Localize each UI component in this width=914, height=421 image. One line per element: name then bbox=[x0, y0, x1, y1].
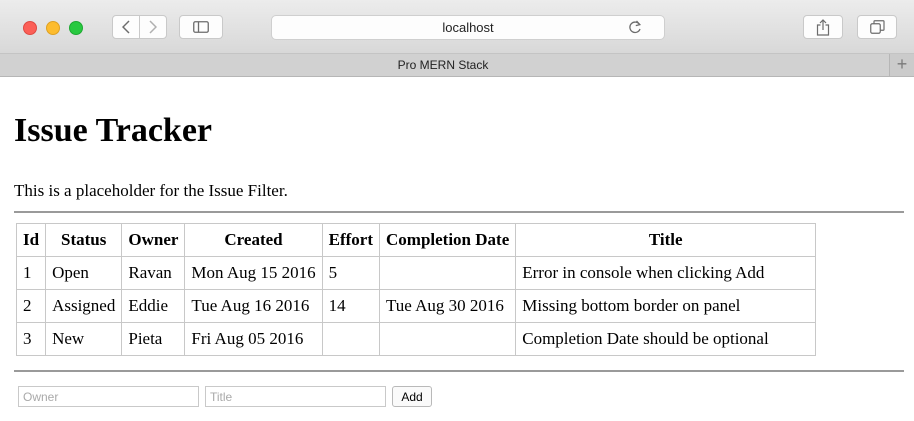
table-row: 2 Assigned Eddie Tue Aug 16 2016 14 Tue … bbox=[15, 289, 817, 323]
forward-button[interactable] bbox=[139, 15, 167, 39]
column-header-status: Status bbox=[45, 223, 123, 257]
new-tab-button[interactable]: + bbox=[889, 54, 914, 76]
reload-icon[interactable] bbox=[628, 20, 642, 40]
cell-title: Completion Date should be optional bbox=[515, 322, 817, 356]
cell-status: Open bbox=[45, 256, 123, 290]
cell-effort bbox=[321, 322, 381, 356]
cell-owner: Ravan bbox=[121, 256, 186, 290]
cell-id: 3 bbox=[15, 322, 47, 356]
zoom-window-button[interactable] bbox=[69, 21, 83, 35]
divider bbox=[14, 370, 904, 372]
cell-title: Missing bottom border on panel bbox=[515, 289, 817, 323]
column-header-completion-date: Completion Date bbox=[378, 223, 517, 257]
share-icon bbox=[816, 18, 830, 36]
issue-table: Id Status Owner Created Effort Completio… bbox=[15, 223, 817, 356]
column-header-id: Id bbox=[15, 223, 47, 257]
tabs-overview-icon bbox=[869, 20, 885, 34]
browser-toolbar: localhost bbox=[0, 0, 914, 54]
cell-created: Tue Aug 16 2016 bbox=[184, 289, 323, 323]
cell-completion-date: Tue Aug 30 2016 bbox=[378, 289, 517, 323]
title-input[interactable] bbox=[205, 386, 386, 407]
cell-status: New bbox=[45, 322, 123, 356]
column-header-effort: Effort bbox=[321, 223, 381, 257]
column-header-owner: Owner bbox=[121, 223, 186, 257]
cell-owner: Pieta bbox=[121, 322, 186, 356]
cell-effort: 5 bbox=[321, 256, 381, 290]
share-button[interactable] bbox=[803, 15, 843, 39]
address-bar[interactable]: localhost bbox=[271, 15, 665, 40]
back-icon bbox=[122, 20, 130, 34]
sidebar-icon bbox=[193, 21, 209, 33]
cell-created: Mon Aug 15 2016 bbox=[184, 256, 323, 290]
issue-filter-placeholder: This is a placeholder for the Issue Filt… bbox=[14, 181, 288, 200]
table-row: 1 Open Ravan Mon Aug 15 2016 5 Error in … bbox=[15, 256, 817, 290]
browser-window: localhost Pro MERN Stack + Issue Tracker… bbox=[0, 0, 914, 421]
table-header-row: Id Status Owner Created Effort Completio… bbox=[15, 223, 817, 257]
back-button[interactable] bbox=[112, 15, 140, 39]
owner-input[interactable] bbox=[18, 386, 199, 407]
divider bbox=[14, 211, 904, 213]
cell-title: Error in console when clicking Add bbox=[515, 256, 817, 290]
column-header-title: Title bbox=[515, 223, 817, 257]
page-title: Issue Tracker bbox=[14, 112, 213, 149]
address-url: localhost bbox=[442, 20, 494, 35]
cell-completion-date bbox=[378, 322, 517, 356]
close-window-button[interactable] bbox=[23, 21, 37, 35]
cell-effort: 14 bbox=[321, 289, 381, 323]
tab-pro-mern-stack[interactable]: Pro MERN Stack bbox=[0, 54, 886, 76]
cell-owner: Eddie bbox=[121, 289, 186, 323]
cell-status: Assigned bbox=[45, 289, 123, 323]
minimize-window-button[interactable] bbox=[46, 21, 60, 35]
cell-created: Fri Aug 05 2016 bbox=[184, 322, 323, 356]
tabs-overview-button[interactable] bbox=[857, 15, 897, 39]
tab-bar: Pro MERN Stack + bbox=[0, 54, 914, 77]
table-row: 3 New Pieta Fri Aug 05 2016 Completion D… bbox=[15, 322, 817, 356]
cell-id: 1 bbox=[15, 256, 47, 290]
cell-completion-date bbox=[378, 256, 517, 290]
column-header-created: Created bbox=[184, 223, 323, 257]
cell-id: 2 bbox=[15, 289, 47, 323]
add-button[interactable]: Add bbox=[392, 386, 432, 407]
forward-icon bbox=[149, 20, 157, 34]
sidebar-toggle-button[interactable] bbox=[179, 15, 223, 39]
